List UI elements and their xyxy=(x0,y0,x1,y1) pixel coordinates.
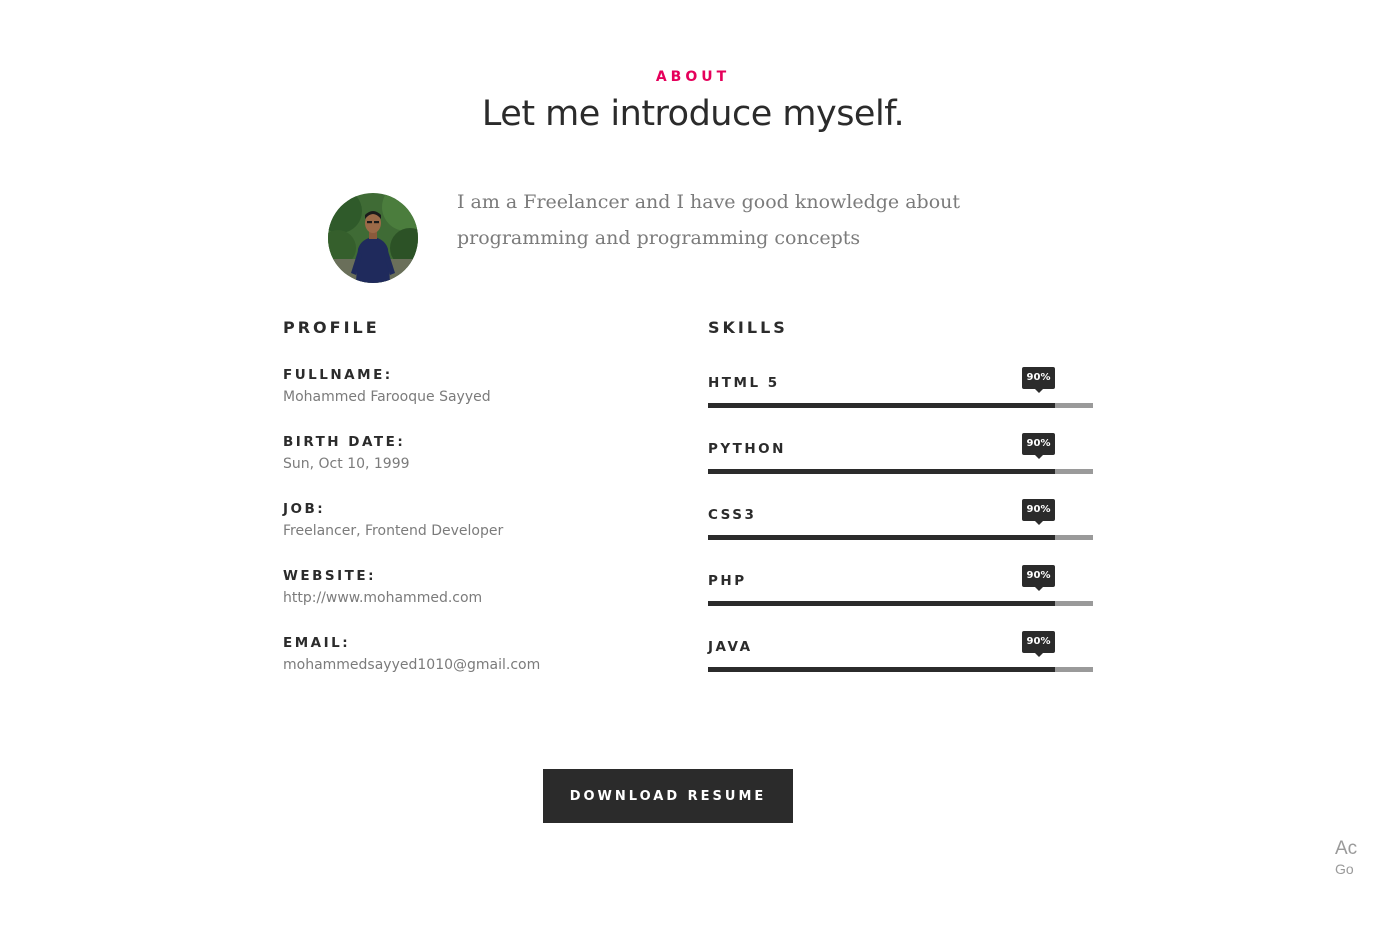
profile-item-website: WEBSITE: http://www.mohammed.com xyxy=(283,567,643,634)
skill-name: PHP xyxy=(708,573,747,589)
profile-item-fullname: FULLNAME: Mohammed Farooque Sayyed xyxy=(283,366,643,433)
skill-item-html5: HTML 5 90% xyxy=(708,366,1093,432)
skills-heading: SKILLS xyxy=(708,318,788,337)
watermark-line-1: Ac xyxy=(1335,838,1358,859)
watermark-line-2: Go xyxy=(1335,861,1354,877)
profile-value: Freelancer, Frontend Developer xyxy=(283,523,504,539)
skill-name: CSS3 xyxy=(708,507,757,523)
skill-item-css3: CSS3 90% xyxy=(708,498,1093,564)
skill-progress-fill xyxy=(708,403,1055,408)
skill-item-java: JAVA 90% xyxy=(708,630,1093,696)
section-title: Let me introduce myself. xyxy=(481,94,905,134)
skill-percent-badge: 90% xyxy=(1022,367,1055,393)
skill-percent-badge: 90% xyxy=(1022,565,1055,591)
skill-name: PYTHON xyxy=(708,441,786,457)
intro-text: I am a Freelancer and I have good knowle… xyxy=(457,191,961,249)
profile-label: WEBSITE: xyxy=(283,568,376,584)
profile-item-email: EMAIL: mohammedsayyed1010@gmail.com xyxy=(283,634,643,701)
skill-percent-badge: 90% xyxy=(1022,631,1055,657)
skill-progress-bar xyxy=(708,601,1093,606)
profile-label: EMAIL: xyxy=(283,635,351,651)
profile-value: Sun, Oct 10, 1999 xyxy=(283,456,410,472)
skill-progress-fill xyxy=(708,469,1055,474)
profile-label: JOB: xyxy=(283,501,326,517)
skill-progress-fill xyxy=(708,601,1055,606)
skill-progress-fill xyxy=(708,667,1055,672)
activation-watermark: Ac Go xyxy=(1335,838,1357,878)
profile-item-birth-date: BIRTH DATE: Sun, Oct 10, 1999 xyxy=(283,433,643,500)
skill-progress-bar xyxy=(708,535,1093,540)
profile-heading: PROFILE xyxy=(283,318,380,337)
skill-progress-fill xyxy=(708,535,1055,540)
profile-value: http://www.mohammed.com xyxy=(283,590,483,606)
skill-name: JAVA xyxy=(708,639,753,655)
profile-list: FULLNAME: Mohammed Farooque Sayyed BIRTH… xyxy=(283,366,643,701)
profile-item-job: JOB: Freelancer, Frontend Developer xyxy=(283,500,643,567)
skill-percent-badge: 90% xyxy=(1022,499,1055,525)
profile-value: mohammedsayyed1010@gmail.com xyxy=(283,657,541,673)
avatar xyxy=(328,193,418,283)
profile-label: BIRTH DATE: xyxy=(283,434,406,450)
skill-item-php: PHP 90% xyxy=(708,564,1093,630)
profile-photo-icon xyxy=(328,193,418,283)
skill-progress-bar xyxy=(708,667,1093,672)
skill-progress-bar xyxy=(708,403,1093,408)
download-resume-button[interactable]: DOWNLOAD RESUME xyxy=(543,769,793,823)
skill-item-python: PYTHON 90% xyxy=(708,432,1093,498)
skill-name: HTML 5 xyxy=(708,375,780,391)
skill-progress-bar xyxy=(708,469,1093,474)
skill-percent-badge: 90% xyxy=(1022,433,1055,459)
profile-value: Mohammed Farooque Sayyed xyxy=(283,389,491,405)
section-eyebrow: ABOUT xyxy=(655,69,731,85)
skills-list: HTML 5 90% PYTHON 90% CSS3 90% PHP 90% J… xyxy=(708,366,1093,696)
profile-label: FULLNAME: xyxy=(283,367,393,383)
